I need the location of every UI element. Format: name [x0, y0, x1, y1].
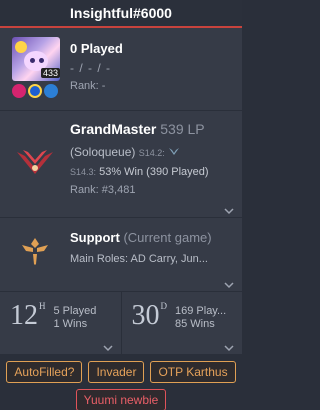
avatar-detail — [15, 41, 27, 53]
stat-number: 12 — [10, 300, 38, 331]
stat-wins: 85 Wins — [175, 318, 215, 330]
stat-unit: D — [160, 301, 168, 311]
tier-name: GrandMaster — [70, 121, 157, 137]
summoner-level: 433 — [40, 68, 60, 78]
grandmaster-crest-icon — [8, 143, 62, 183]
runes-row — [12, 84, 60, 98]
stat-lines: 169 Play... 85 Wins — [175, 302, 226, 354]
stat-value: 12H — [10, 302, 46, 354]
kda: - / - / - — [70, 61, 111, 75]
winrate: 53% Win (390 Played) — [99, 166, 209, 178]
winrate-row: S14.3: 53% Win (390 Played) — [70, 166, 209, 178]
ranked-section[interactable]: GrandMaster 539 LP (Soloqueue) S14.2: S1… — [0, 111, 242, 218]
profile-info: 0 Played - / - / - Rank: - — [70, 37, 123, 110]
current-game-label: (Current game) — [123, 230, 212, 245]
tag-autofilled[interactable]: AutoFilled? — [6, 361, 83, 383]
role-section[interactable]: Support (Current game) Main Roles: AD Ca… — [0, 218, 242, 292]
tags-area: AutoFilled? Invader OTP Karthus Yuumi ne… — [0, 354, 242, 410]
ranked-tier: GrandMaster 539 LP — [70, 121, 209, 137]
main-roles: Main Roles: AD Carry, Jun... — [70, 253, 208, 265]
ladder-rank: Rank: #3,481 — [70, 184, 136, 196]
previous-season-rank-icon — [168, 148, 180, 158]
chevron-down-icon[interactable] — [224, 207, 234, 215]
tag-newbie[interactable]: Yuumi newbie — [75, 389, 167, 410]
previous-season-label: S14.2: — [138, 148, 165, 158]
stat-lines: 5 Played 1 Wins — [54, 302, 97, 354]
queue-row: (Soloqueue) S14.2: — [70, 145, 209, 159]
profile-section: 433 0 Played - / - / - Rank: - — [0, 28, 242, 111]
ranked-info: GrandMaster 539 LP (Soloqueue) S14.2: S1… — [70, 121, 209, 217]
stat-unit: H — [39, 301, 46, 311]
rune-icon[interactable] — [28, 84, 42, 98]
stat-played: 169 Play... — [175, 305, 227, 317]
stat-played: 5 Played — [53, 305, 97, 317]
tag-otp[interactable]: OTP Karthus — [150, 361, 236, 383]
chevron-down-icon[interactable] — [224, 281, 234, 289]
rune-icon[interactable] — [44, 84, 58, 98]
avatar-eye — [39, 58, 44, 63]
games-played: 0 Played — [70, 41, 123, 56]
header: Insightful#6000 — [0, 0, 242, 28]
tag-invader[interactable]: Invader — [88, 361, 145, 383]
stat-wins: 1 Wins — [53, 318, 88, 330]
support-role-icon — [8, 230, 62, 291]
role-info: Support (Current game) Main Roles: AD Ca… — [70, 230, 212, 291]
chevron-down-icon[interactable] — [102, 344, 113, 352]
summoner-name[interactable]: Insightful#6000 — [70, 5, 172, 21]
profile-rank: Rank: - — [70, 80, 106, 92]
season-label: S14.3: — [70, 167, 97, 177]
recent-stats: 12H 5 Played 1 Wins 30D 169 Play... 85 W… — [0, 292, 242, 354]
avatar-eye — [30, 58, 35, 63]
queue-type: (Soloqueue) — [70, 145, 136, 159]
stat-hours[interactable]: 12H 5 Played 1 Wins — [0, 292, 121, 354]
champion-avatar-wrap: 433 — [12, 37, 60, 110]
rune-icon[interactable] — [12, 84, 26, 98]
stat-value: 30D — [132, 302, 168, 354]
stat-number: 30 — [131, 300, 160, 331]
role-name: Support — [70, 230, 120, 245]
stat-days[interactable]: 30D 169 Play... 85 Wins — [120, 292, 243, 354]
role-name-row: Support (Current game) — [70, 230, 212, 245]
chevron-down-icon[interactable] — [224, 344, 234, 352]
league-points: 539 LP — [160, 121, 205, 137]
